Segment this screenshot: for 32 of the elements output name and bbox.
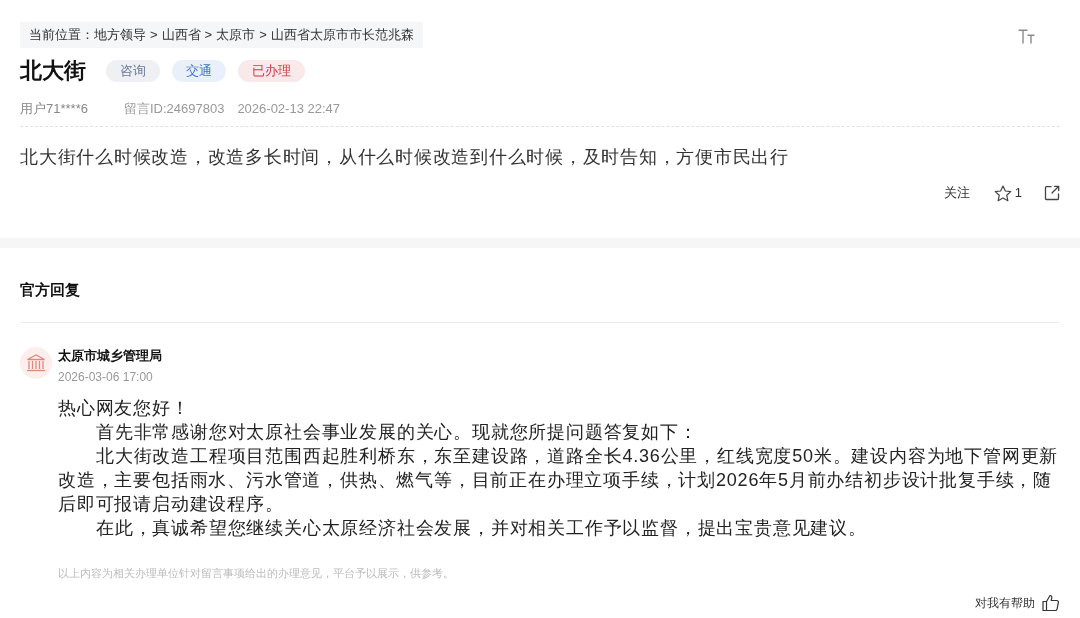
share-icon[interactable] bbox=[1044, 185, 1060, 201]
agency-name: 太原市城乡管理局 bbox=[58, 347, 162, 365]
breadcrumb-link[interactable]: 地方领导 bbox=[94, 25, 146, 45]
breadcrumb-link[interactable]: 山西省 bbox=[161, 25, 201, 45]
tag: 咨询 bbox=[106, 60, 160, 82]
breadcrumb-label: 当前位置： bbox=[29, 26, 94, 45]
breadcrumb-link[interactable]: 山西省太原市市长范兆森 bbox=[270, 25, 414, 45]
helpful-button[interactable]: 对我有帮助 bbox=[975, 594, 1035, 612]
follow-button[interactable]: 关注 bbox=[943, 183, 970, 203]
breadcrumb-separator: > bbox=[150, 26, 158, 45]
reply-paragraph: 在此，真诚希望您继续关心太原经济社会发展，并对相关工作予以监督，提出宝贵意见建议。 bbox=[95, 517, 868, 540]
message-title: 北大街 bbox=[20, 57, 86, 85]
section-heading: 官方回复 bbox=[20, 280, 81, 300]
post-time: 2026-02-13 22:47 bbox=[237, 100, 341, 118]
star-icon bbox=[993, 184, 1012, 202]
reply-paragraph: 热心网友您好！ bbox=[58, 397, 191, 420]
reply-paragraph: 北大街改造工程项目范围西起胜利桥东，东至建设路，道路全长4.36公里，红线宽度50米。建设内容为地下管网更新改造，主要包括雨水、污水管道，供热、燃气等，目前正在办理立项手续，计划2026年5月前办结初步设计批复手续，随后即可报请启动建设程序。 bbox=[58, 445, 1060, 516]
like-button[interactable]: 1 bbox=[993, 183, 1022, 203]
message-id: 留言ID:24697803 bbox=[123, 100, 225, 118]
breadcrumb-separator: > bbox=[259, 26, 267, 45]
reply-paragraph: 首先非常感谢您对太原社会事业发展的关心。现就您所提问题答复如下： bbox=[95, 421, 699, 444]
font-size-icon[interactable] bbox=[1018, 29, 1035, 44]
disclaimer-text: 以上内容为相关办理单位针对留言事项给出的办理意见，平台予以展示，供参考。 bbox=[58, 566, 455, 581]
breadcrumb-separator: > bbox=[204, 26, 213, 45]
reply-time: 2026-03-06 17:00 bbox=[58, 369, 154, 385]
question-text: 北大街什么时候改造，改造多长时间，从什么时候改造到什么时候，及时告知，方便市民出行 bbox=[20, 146, 790, 169]
tag: 交通 bbox=[172, 60, 226, 82]
thumbs-up-icon[interactable] bbox=[1042, 594, 1060, 612]
breadcrumb-link[interactable]: 太原市 bbox=[216, 25, 256, 45]
building-icon bbox=[20, 347, 52, 379]
user-name: 用户71****6 bbox=[20, 100, 88, 118]
tag: 已办理 bbox=[238, 60, 305, 82]
